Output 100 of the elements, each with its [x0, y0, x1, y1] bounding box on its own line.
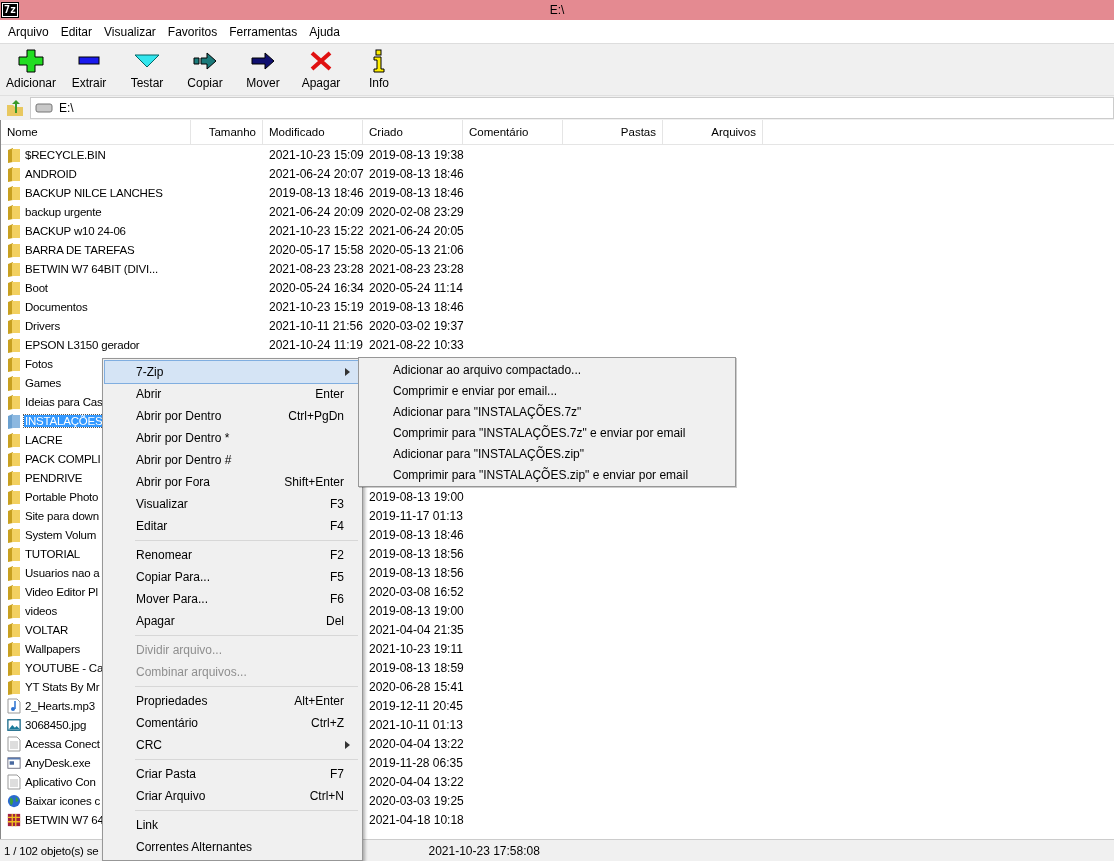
- table-cell: 2019-08-13 19:00: [369, 489, 464, 504]
- file-name[interactable]: Games: [24, 376, 63, 389]
- file-name[interactable]: videos: [24, 604, 59, 617]
- menu-item[interactable]: Adicionar para "INSTALAÇÕES.7z": [361, 401, 733, 422]
- column-header[interactable]: Pastas: [563, 120, 663, 144]
- menu-item[interactable]: Editar F4: [105, 515, 360, 537]
- menu-item[interactable]: Abrir por Dentro #: [105, 449, 360, 471]
- column-header[interactable]: Nome: [1, 120, 191, 144]
- menu-item[interactable]: 7-Zip: [105, 361, 360, 383]
- file-name[interactable]: Site para down: [24, 509, 100, 522]
- file-name[interactable]: Aplicativo Con: [24, 775, 97, 788]
- column-header[interactable]: Comentário: [463, 120, 563, 144]
- folder-icon: [7, 317, 21, 334]
- file-name[interactable]: YT Stats By Mr: [24, 680, 101, 693]
- menu-item[interactable]: Visualizar: [98, 22, 162, 41]
- file-name[interactable]: Boot: [24, 281, 49, 294]
- menu-item[interactable]: Adicionar para "INSTALAÇÕES.zip": [361, 443, 733, 464]
- menu-item[interactable]: Ajuda: [303, 22, 346, 41]
- file-name[interactable]: Wallpapers: [24, 642, 82, 655]
- folder-up-icon[interactable]: [6, 99, 24, 117]
- file-name[interactable]: Drivers: [24, 319, 61, 332]
- file-name[interactable]: Ideias para Cas: [24, 395, 104, 408]
- table-cell: 2020-03-03 19:25: [369, 793, 464, 808]
- menu-item[interactable]: Abrir por Fora Shift+Enter: [105, 471, 360, 493]
- menu-item[interactable]: Copiar Para... F5: [105, 566, 360, 588]
- menu-item[interactable]: Ferramentas: [223, 22, 304, 41]
- menu-item[interactable]: Comprimir para "INSTALAÇÕES.7z" e enviar por email: [361, 422, 733, 443]
- menu-item[interactable]: Comprimir para "INSTALAÇÕES.zip" e enviar por email: [361, 464, 733, 485]
- file-name[interactable]: VOLTAR: [24, 623, 70, 636]
- status-text: 1 / 102 objeto(s) se: [3, 844, 99, 857]
- menu-item[interactable]: Apagar Del: [105, 610, 360, 632]
- folder-icon: [7, 241, 21, 258]
- file-name[interactable]: 2_Hearts.mp3: [24, 699, 96, 712]
- menu-item[interactable]: Abrir Enter: [105, 383, 360, 405]
- file-name[interactable]: PENDRIVE: [24, 471, 84, 484]
- delete-icon: [308, 49, 334, 73]
- file-name[interactable]: Usuarios nao a: [24, 566, 101, 579]
- menu-item[interactable]: Link: [105, 814, 360, 836]
- file-name[interactable]: AnyDesk.exe: [24, 756, 92, 769]
- table-cell: 2019-12-11 20:45: [369, 698, 463, 713]
- toolbar-button[interactable]: Copiar: [176, 44, 234, 95]
- column-header[interactable]: Criado: [363, 120, 463, 144]
- table-cell: 2021-10-11 21:56: [269, 318, 363, 333]
- menu-item[interactable]: Correntes Alternantes: [105, 836, 360, 858]
- toolbar-button[interactable]: Testar: [118, 44, 176, 95]
- table-cell: 2019-08-13 18:46: [369, 299, 464, 314]
- file-name[interactable]: System Volum: [24, 528, 98, 541]
- menu-item[interactable]: Abrir por Dentro Ctrl+PgDn: [105, 405, 360, 427]
- file-name[interactable]: Baixar icones c: [24, 794, 101, 807]
- file-name[interactable]: backup urgente: [24, 205, 103, 218]
- table-cell: 2021-10-23 15:19: [269, 299, 364, 314]
- file-name[interactable]: $RECYCLE.BIN: [24, 148, 107, 161]
- file-name[interactable]: Acessa Conect: [24, 737, 101, 750]
- address-field[interactable]: E:\: [30, 97, 1114, 119]
- file-name[interactable]: BACKUP NILCE LANCHES: [24, 186, 164, 199]
- toolbar-button[interactable]: Mover: [234, 44, 292, 95]
- file-name[interactable]: BARRA DE TAREFAS: [24, 243, 136, 256]
- menu-item[interactable]: Propriedades Alt+Enter: [105, 690, 360, 712]
- toolbar-button[interactable]: Adicionar: [2, 44, 60, 95]
- menu-item[interactable]: Criar Arquivo Ctrl+N: [105, 785, 360, 807]
- folder-icon: [7, 336, 21, 353]
- menu-item[interactable]: Comentário Ctrl+Z: [105, 712, 360, 734]
- folder-icon: [7, 165, 21, 182]
- column-header[interactable]: Tamanho: [191, 120, 263, 144]
- column-header[interactable]: Arquivos: [663, 120, 763, 144]
- file-name[interactable]: Video Editor Pl: [24, 585, 99, 598]
- file-name[interactable]: PACK COMPLI: [24, 452, 102, 465]
- file-name[interactable]: BETWIN W7 64BIT (DIVI...: [24, 262, 159, 275]
- file-name[interactable]: EPSON L3150 gerador: [24, 338, 141, 351]
- menu-item[interactable]: Comprimir e enviar por email...: [361, 380, 733, 401]
- menu-item[interactable]: Abrir por Dentro *: [105, 427, 360, 449]
- column-header[interactable]: Modificado: [263, 120, 363, 144]
- menu-item[interactable]: Renomear F2: [105, 544, 360, 566]
- file-name[interactable]: ANDROID: [24, 167, 78, 180]
- menu-item[interactable]: Favoritos: [161, 22, 224, 41]
- file-name[interactable]: BACKUP w10 24-06: [24, 224, 127, 237]
- file-name[interactable]: Documentos: [24, 300, 89, 313]
- menu-item[interactable]: Mover Para... F6: [105, 588, 360, 610]
- menu-item[interactable]: Arquivo: [2, 22, 55, 41]
- folder-icon: [7, 279, 21, 296]
- file-name[interactable]: 3068450.jpg: [24, 718, 88, 731]
- menu-item[interactable]: Editar: [54, 22, 99, 41]
- file-name[interactable]: LACRE: [24, 433, 64, 446]
- menu-item[interactable]: Visualizar F3: [105, 493, 360, 515]
- toolbar-button[interactable]: Info: [350, 44, 408, 95]
- file-name[interactable]: Fotos: [24, 357, 54, 370]
- file-name[interactable]: YOUTUBE - Ca: [24, 661, 105, 674]
- drive-icon: [35, 103, 53, 113]
- application-icon: [7, 754, 21, 771]
- file-name[interactable]: TUTORIAL: [24, 547, 82, 560]
- music-note-icon: [7, 697, 21, 714]
- globe-icon: [7, 792, 21, 809]
- file-name[interactable]: Portable Photo: [24, 490, 100, 503]
- toolbar-button[interactable]: Apagar: [292, 44, 350, 95]
- menu-item[interactable]: Adicionar ao arquivo compactado...: [361, 359, 733, 380]
- toolbar-button[interactable]: Extrair: [60, 44, 118, 95]
- menu-item[interactable]: CRC: [105, 734, 360, 756]
- table-cell: 2020-04-04 13:22: [369, 774, 464, 789]
- menu-item[interactable]: Criar Pasta F7: [105, 763, 360, 785]
- window-title: E:\: [548, 3, 566, 17]
